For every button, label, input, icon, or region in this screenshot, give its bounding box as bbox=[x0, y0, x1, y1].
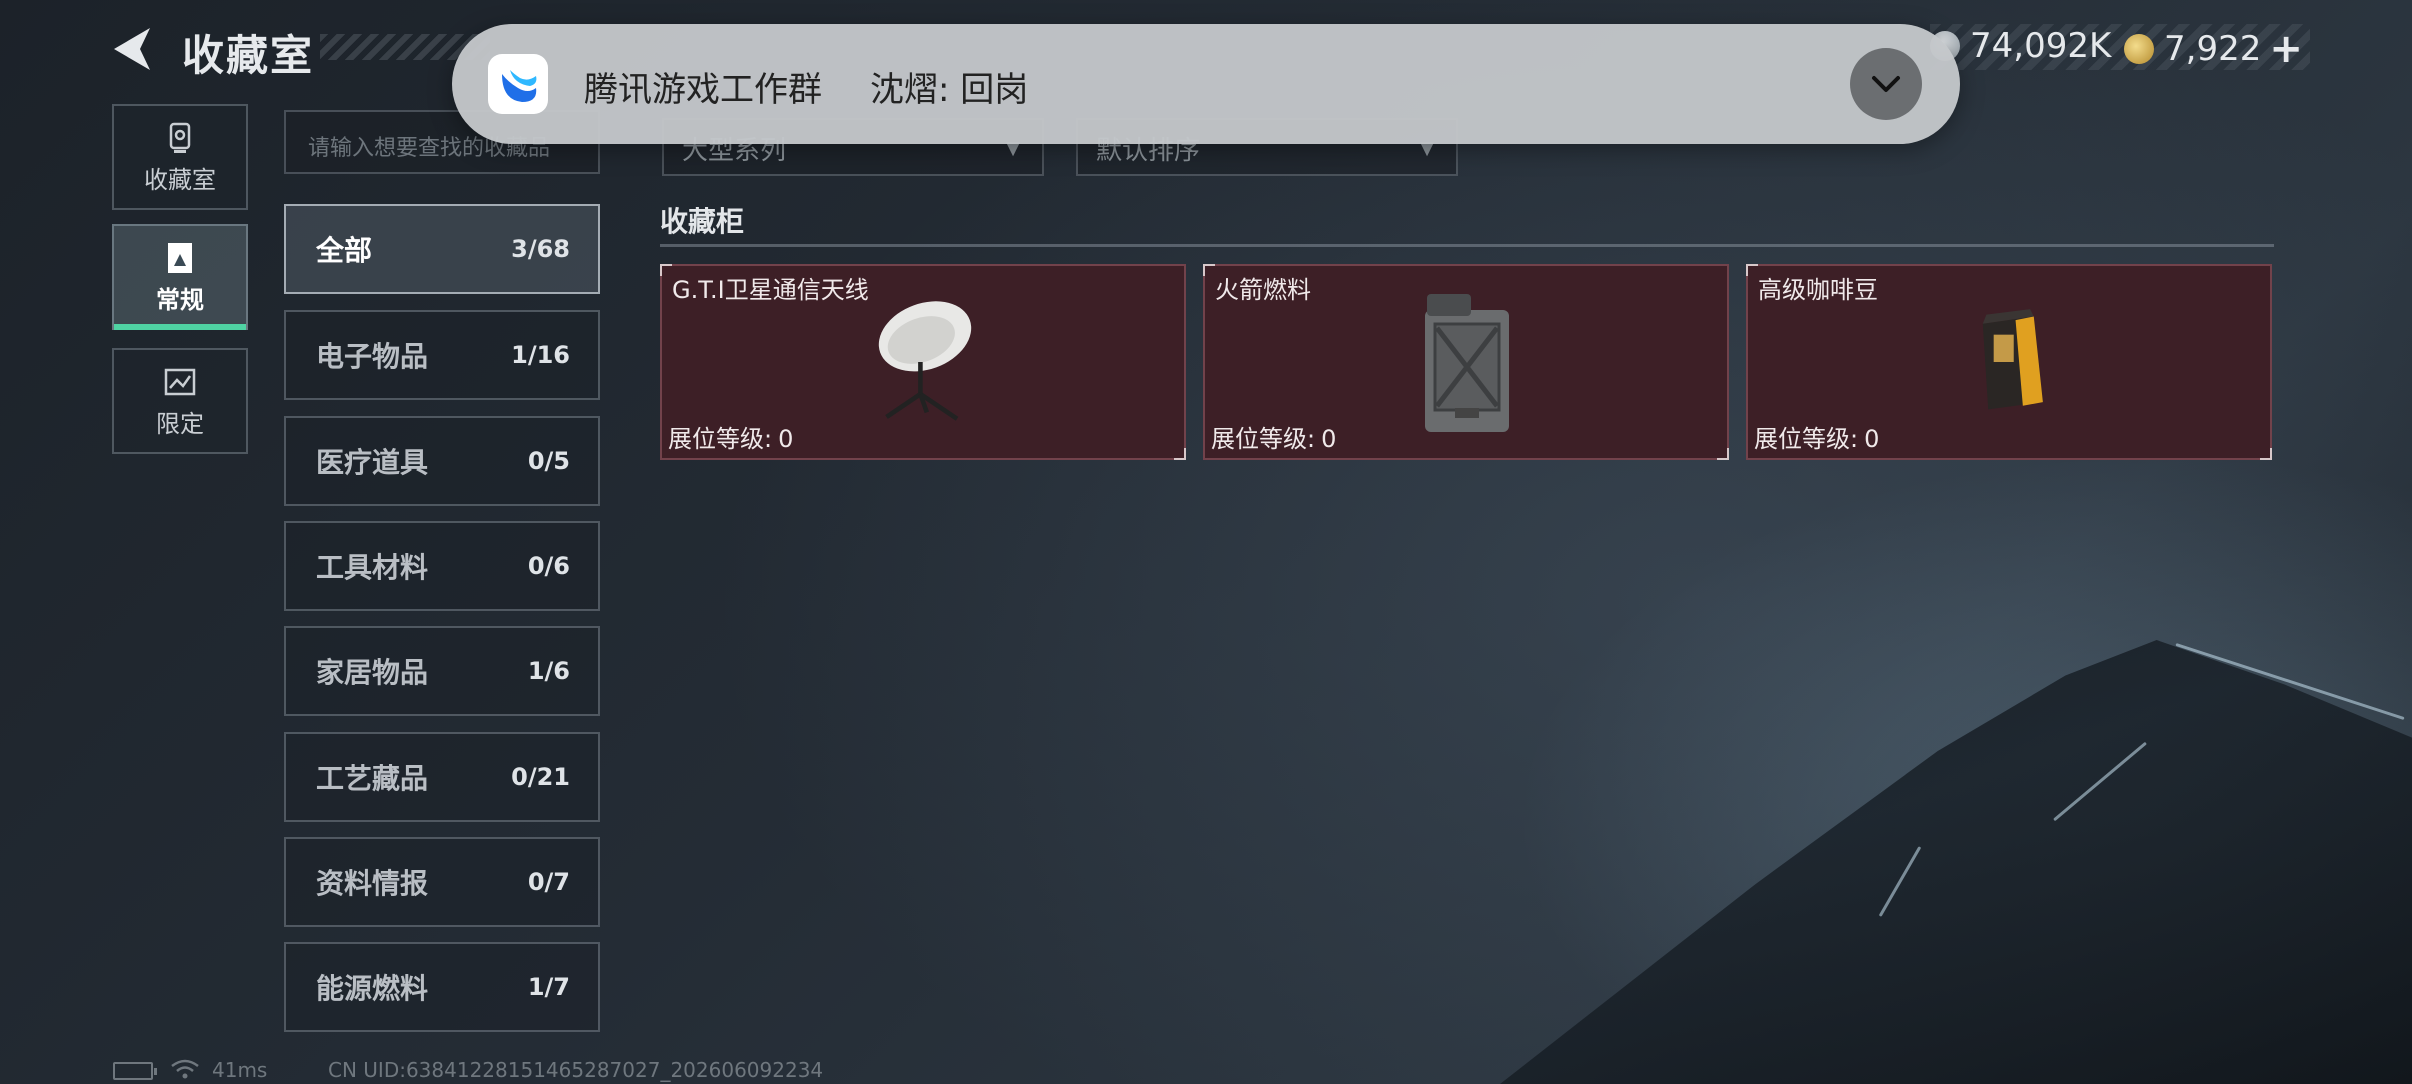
category-electronics[interactable]: 电子物品 1/16 bbox=[284, 310, 600, 400]
category-count: 1/16 bbox=[511, 341, 570, 369]
item-level: 展位等级: 0 bbox=[1211, 419, 1336, 454]
item-card-satellite[interactable]: G.T.I卫星通信天线 展位等级: 0 bbox=[660, 264, 1186, 460]
item-name: G.T.I卫星通信天线 bbox=[672, 276, 869, 304]
item-level-value: 0 bbox=[1864, 425, 1880, 453]
mountain-background bbox=[1500, 640, 2412, 1084]
satellite-dish-icon bbox=[878, 301, 972, 421]
nav-item-collection[interactable]: 收藏室 bbox=[112, 104, 248, 210]
item-card-rocket-fuel[interactable]: 火箭燃料 展位等级: 0 bbox=[1203, 264, 1729, 460]
notification-app-name: 腾讯游戏工作群 bbox=[584, 70, 822, 110]
currency-gold-value: 7,922 bbox=[2164, 29, 2262, 69]
category-household[interactable]: 家居物品 1/6 bbox=[284, 626, 600, 716]
category-count: 0/5 bbox=[527, 447, 570, 475]
category-crafts[interactable]: 工艺藏品 0/21 bbox=[284, 732, 600, 822]
category-name: 家居物品 bbox=[316, 656, 429, 689]
category-count: 0/6 bbox=[527, 552, 570, 580]
item-name: 高级咖啡豆 bbox=[1758, 276, 1878, 304]
category-count: 1/6 bbox=[527, 657, 570, 685]
fuel-can-icon bbox=[1425, 294, 1509, 432]
nav-item-label: 限定 bbox=[156, 410, 204, 438]
category-count: 1/7 bbox=[527, 973, 570, 1001]
section-divider bbox=[660, 244, 2274, 247]
category-name: 工艺藏品 bbox=[316, 762, 429, 795]
category-intel[interactable]: 资料情报 0/7 bbox=[284, 837, 600, 927]
battery-icon bbox=[113, 1062, 157, 1080]
item-level-label: 展位等级: bbox=[1211, 425, 1316, 453]
notification-banner[interactable]: 腾讯游戏工作群 沈熠: 回岗 bbox=[452, 24, 1960, 144]
category-name: 工具材料 bbox=[316, 551, 429, 584]
trophy-icon bbox=[169, 122, 191, 153]
app-icon bbox=[488, 54, 548, 114]
expand-notification-button[interactable] bbox=[1850, 48, 1922, 120]
section-title: 收藏柜 bbox=[660, 205, 745, 238]
item-level-label: 展位等级: bbox=[1754, 425, 1859, 453]
item-level-value: 0 bbox=[1321, 425, 1337, 453]
item-level: 展位等级: 0 bbox=[1754, 419, 1879, 454]
category-count: 3/68 bbox=[511, 235, 570, 263]
notification-message: 沈熠: 回岗 bbox=[870, 70, 1029, 110]
gold-coin-icon bbox=[2124, 34, 2154, 64]
item-level-label: 展位等级: bbox=[668, 425, 773, 453]
coffee-bag-icon bbox=[1982, 309, 2043, 410]
image-icon bbox=[164, 368, 196, 396]
add-currency-icon[interactable]: + bbox=[2269, 26, 2303, 72]
currency-silver: 74,092K bbox=[1930, 26, 2111, 66]
item-name: 火箭燃料 bbox=[1215, 276, 1311, 304]
item-level: 展位等级: 0 bbox=[668, 419, 793, 454]
nav-item-label: 收藏室 bbox=[144, 166, 216, 194]
category-energy[interactable]: 能源燃料 1/7 bbox=[284, 942, 600, 1032]
category-tools[interactable]: 工具材料 0/6 bbox=[284, 521, 600, 611]
back-arrow-icon[interactable] bbox=[110, 26, 160, 72]
category-name: 资料情报 bbox=[316, 867, 429, 900]
card-icon bbox=[168, 243, 192, 273]
item-level-value: 0 bbox=[778, 425, 794, 453]
category-count: 0/7 bbox=[527, 868, 570, 896]
item-card-coffee[interactable]: 高级咖啡豆 展位等级: 0 bbox=[1746, 264, 2272, 460]
currency-silver-value: 74,092K bbox=[1970, 26, 2112, 66]
nav-item-label: 常规 bbox=[156, 286, 204, 314]
uid-text: CN UID:63841228151465287027_202606092234 bbox=[328, 1058, 824, 1082]
category-name: 能源燃料 bbox=[316, 972, 429, 1005]
category-name: 电子物品 bbox=[316, 340, 429, 373]
nav-item-regular[interactable]: 常规 bbox=[112, 224, 248, 330]
page-title: 收藏室 bbox=[182, 31, 315, 80]
latency-text: 41ms bbox=[212, 1058, 268, 1082]
category-name: 医疗道具 bbox=[316, 446, 429, 479]
category-count: 0/21 bbox=[511, 763, 570, 791]
nav-item-limited[interactable]: 限定 bbox=[112, 348, 248, 454]
wework-logo-icon bbox=[502, 70, 537, 102]
category-medical[interactable]: 医疗道具 0/5 bbox=[284, 416, 600, 506]
wifi-icon bbox=[171, 1059, 199, 1079]
chevron-down-icon bbox=[1872, 76, 1900, 92]
currency-gold[interactable]: 7,922 + bbox=[2124, 26, 2303, 72]
category-all[interactable]: 全部 3/68 bbox=[284, 204, 600, 294]
category-name: 全部 bbox=[316, 234, 373, 267]
